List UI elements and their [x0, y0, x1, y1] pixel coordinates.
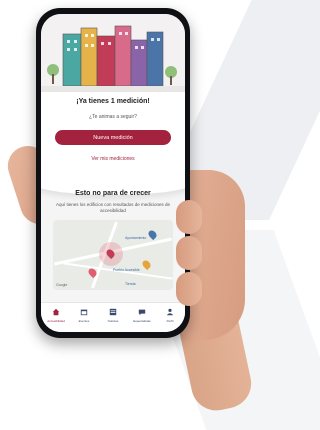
map-attribution: Google: [56, 283, 68, 287]
home-icon: [52, 308, 60, 316]
calendar-icon: [80, 309, 88, 316]
map-place-label: Tienda: [125, 282, 136, 286]
nav-item-accessibility[interactable]: Accesibilidad: [42, 308, 70, 323]
map-pin-icon[interactable]: [140, 258, 153, 271]
map-pin-icon[interactable]: [146, 228, 159, 241]
city-buildings-illustration: [41, 25, 185, 92]
hero-subtitle: ¿Te animas a seguir?: [89, 114, 137, 120]
user-icon: [166, 308, 174, 316]
phone-device: ¡Ya tienes 1 medición! ¿Te animas a segu…: [36, 8, 190, 338]
growth-description: Aquí tienes los edificios con resultados…: [55, 202, 171, 213]
news-icon: [109, 308, 117, 316]
nav-item-label: Noticias: [107, 319, 119, 323]
nav-item-label: Accesibilidad: [47, 319, 65, 323]
growth-title: Esto no para de crecer: [75, 190, 151, 197]
new-measurement-button[interactable]: Nueva medición: [55, 130, 171, 145]
nav-item-label: Especialistas: [133, 319, 151, 323]
hand-finger: [176, 200, 202, 234]
view-measurements-link[interactable]: Ver mis mediciones: [41, 156, 185, 162]
nav-item-profile[interactable]: Perfil: [156, 308, 184, 323]
nav-item-label: Eventos: [78, 319, 90, 323]
bottom-navigation: Accesibilidad Eventos Noticias Especiali…: [41, 302, 185, 332]
nav-item-specialists[interactable]: Especialistas: [128, 308, 156, 323]
hero-title: ¡Ya tienes 1 medición!: [76, 98, 150, 105]
nav-item-news[interactable]: Noticias: [99, 308, 127, 323]
phone-screen: ¡Ya tienes 1 medición! ¿Te animas a segu…: [41, 14, 185, 332]
hand-finger: [176, 272, 202, 306]
nav-item-label: Perfil: [166, 319, 174, 323]
hand-finger: [176, 236, 202, 270]
map-place-label: Pueblo Accesible: [113, 268, 140, 272]
buildings-map[interactable]: Ayuntamiento Pueblo Accesible Tienda Goo…: [53, 220, 173, 290]
map-place-label: Ayuntamiento: [125, 236, 147, 240]
nav-item-events[interactable]: Eventos: [70, 308, 98, 323]
chat-icon: [138, 309, 146, 316]
hero-illustration: [41, 14, 185, 92]
